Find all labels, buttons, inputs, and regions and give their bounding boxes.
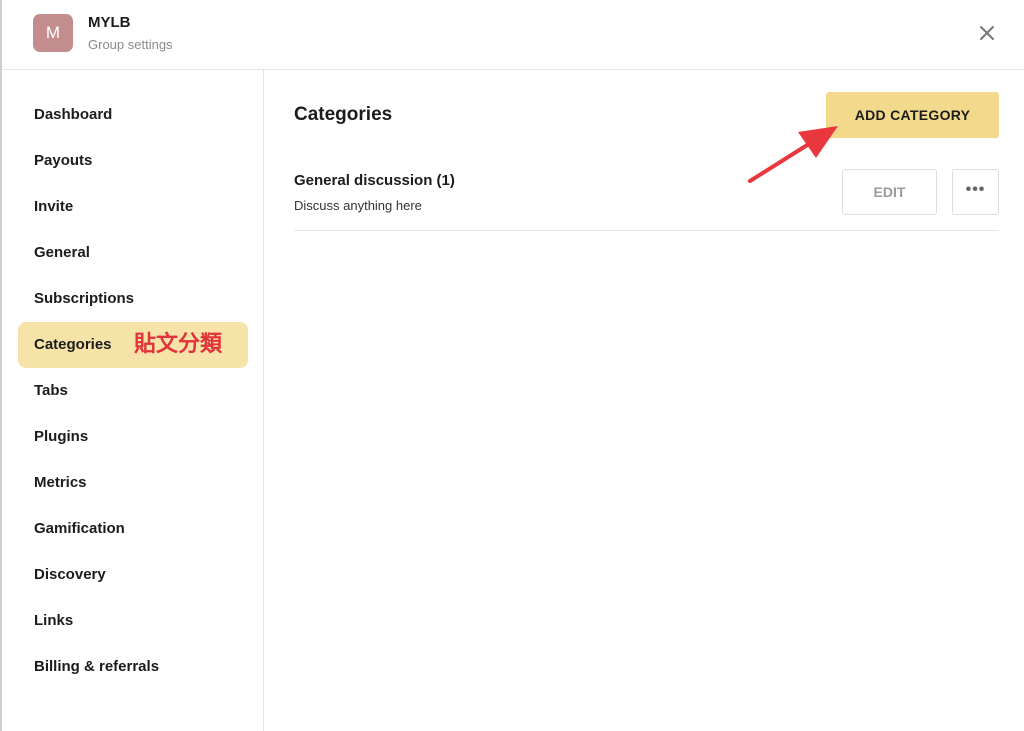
sidebar-item-general[interactable]: General (18, 230, 248, 276)
sidebar-item-tabs[interactable]: Tabs (18, 368, 248, 414)
sidebar-item-label: Billing & referrals (34, 658, 160, 675)
group-name: MYLB (88, 14, 131, 31)
settings-window: M MYLB Group settings Dashboard Payouts … (0, 0, 1024, 731)
group-subtitle: Group settings (88, 37, 173, 52)
sidebar: Dashboard Payouts Invite General Subscri… (2, 70, 264, 731)
category-description: Discuss anything here (294, 198, 422, 213)
sidebar-item-label: General (34, 244, 90, 261)
header: M MYLB Group settings (2, 0, 1024, 70)
sidebar-item-subscriptions[interactable]: Subscriptions (18, 276, 248, 322)
sidebar-item-label: Discovery (34, 566, 106, 583)
annotation-arrow-icon (748, 126, 838, 183)
more-options-button[interactable]: ••• (952, 169, 999, 215)
sidebar-item-dashboard[interactable]: Dashboard (18, 92, 248, 138)
sidebar-item-label: Invite (34, 198, 74, 215)
category-row: General discussion (1) Discuss anything … (294, 162, 999, 231)
sidebar-item-categories[interactable]: Categories 貼文分類 (18, 322, 248, 368)
sidebar-item-label: Tabs (34, 382, 68, 399)
sidebar-item-gamification[interactable]: Gamification (18, 506, 248, 552)
avatar: M (33, 14, 73, 52)
sidebar-item-label: Links (34, 612, 74, 629)
sidebar-item-label: Gamification (34, 520, 125, 537)
sidebar-item-metrics[interactable]: Metrics (18, 460, 248, 506)
sidebar-item-label: Payouts (34, 152, 93, 169)
sidebar-item-label: Dashboard (34, 106, 113, 123)
sidebar-item-label: Plugins (34, 428, 89, 445)
sidebar-item-links[interactable]: Links (18, 598, 248, 644)
sidebar-item-payouts[interactable]: Payouts (18, 138, 248, 184)
close-button[interactable] (974, 20, 1000, 46)
close-icon (980, 26, 994, 40)
sidebar-item-billing-referrals[interactable]: Billing & referrals (18, 644, 248, 690)
main-content: Categories ADD CATEGORY General discussi… (265, 70, 1024, 731)
more-icon: ••• (965, 181, 986, 198)
sidebar-item-label: Subscriptions (34, 290, 135, 307)
add-category-button[interactable]: ADD CATEGORY (826, 92, 999, 138)
sidebar-item-label: Categories (34, 336, 112, 353)
category-title: General discussion (1) (294, 172, 455, 189)
annotation-text: 貼文分類 (134, 332, 223, 357)
edit-button[interactable]: EDIT (842, 169, 937, 215)
sidebar-item-label: Metrics (34, 474, 87, 491)
page-title: Categories (294, 104, 393, 125)
sidebar-item-plugins[interactable]: Plugins (18, 414, 248, 460)
sidebar-item-discovery[interactable]: Discovery (18, 552, 248, 598)
sidebar-item-invite[interactable]: Invite (18, 184, 248, 230)
